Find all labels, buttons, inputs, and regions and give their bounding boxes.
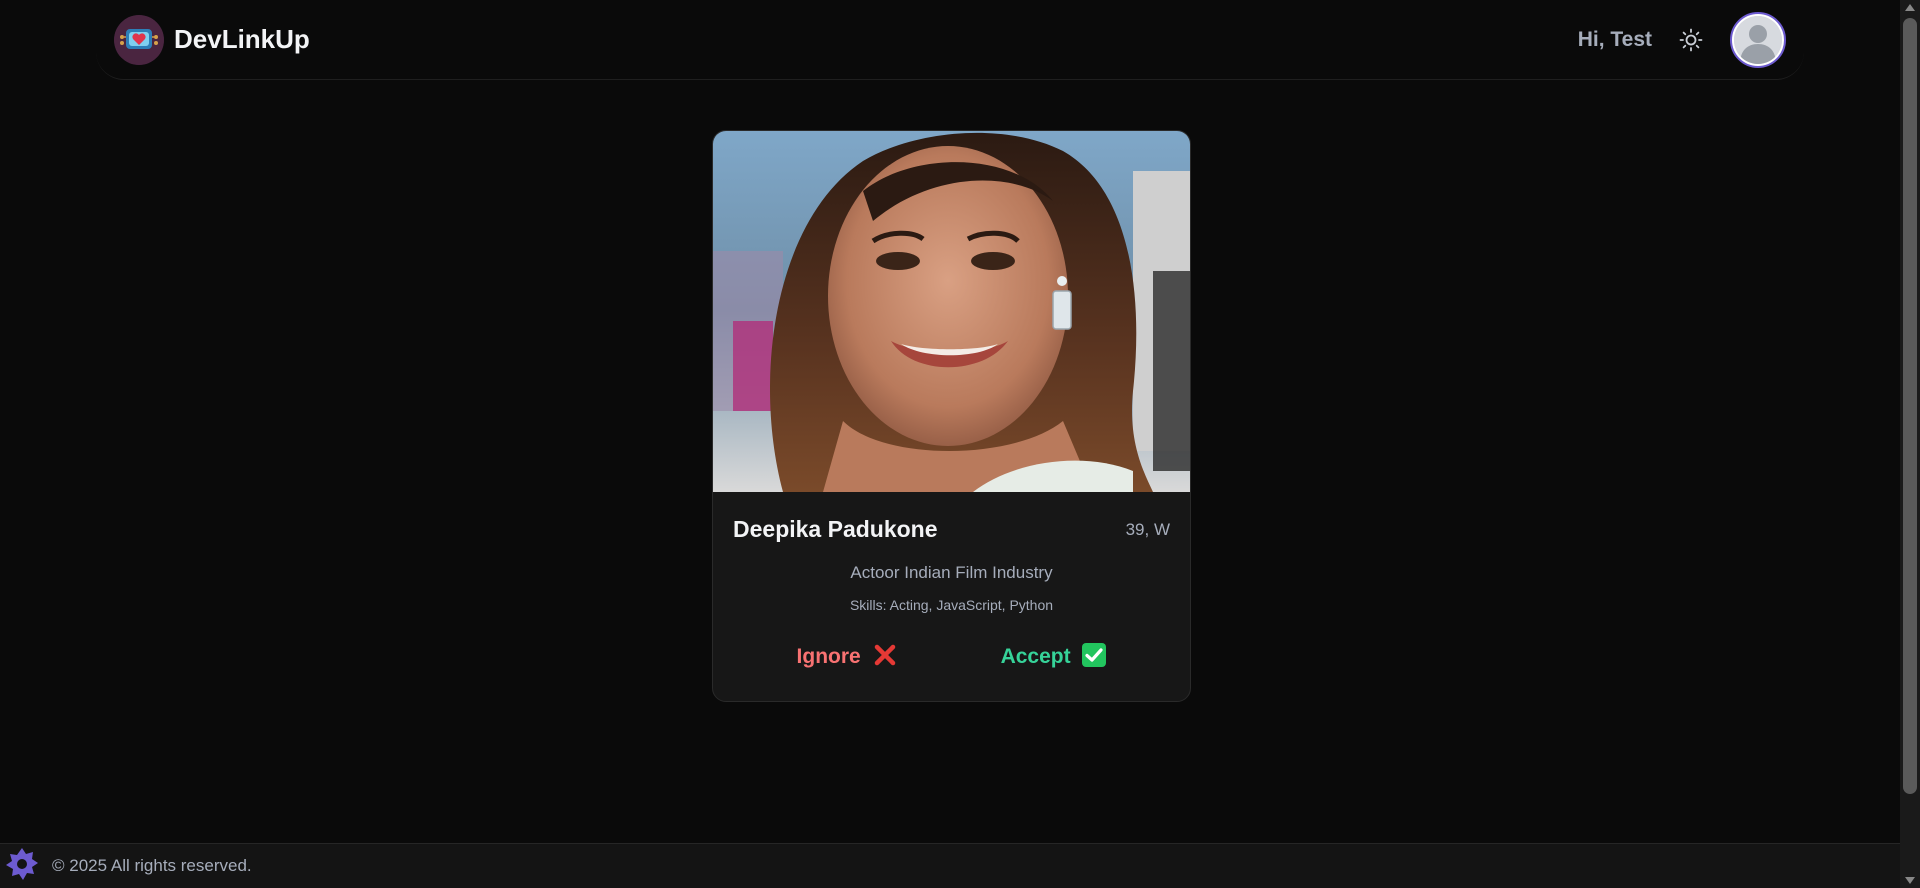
user-avatar-button[interactable] (1730, 11, 1786, 68)
card-body: Deepika Padukone 39, W Actoor Indian Fil… (713, 492, 1190, 669)
title-row: Deepika Padukone 39, W (733, 516, 1170, 543)
vertical-scrollbar[interactable] (1900, 0, 1920, 888)
puzzle-icon (4, 846, 40, 887)
user-about: Actoor Indian Film Industry (850, 563, 1053, 582)
sun-icon[interactable] (1678, 27, 1704, 53)
brand-name[interactable]: DevLinkUp (174, 24, 310, 55)
footer: © 2025 All rights reserved. (0, 843, 1900, 888)
cross-mark-icon (873, 643, 897, 667)
accept-button[interactable]: Accept (1001, 643, 1107, 669)
user-skills: Skills: Acting, JavaScript, Python (849, 597, 1054, 613)
ignore-button[interactable]: Ignore (797, 643, 897, 669)
user-avatar-icon (1734, 15, 1782, 64)
profile-photo (713, 131, 1190, 492)
user-name: Deepika Padukone (733, 516, 938, 542)
scroll-down-arrow-icon[interactable] (1905, 877, 1915, 884)
card-actions: Ignore Accept (733, 643, 1170, 669)
scroll-up-arrow-icon[interactable] (1905, 4, 1915, 11)
brand[interactable]: DevLinkUp (114, 14, 310, 65)
user-card: Deepika Padukone 39, W Actoor Indian Fil… (712, 130, 1191, 702)
scroll-thumb[interactable] (1903, 18, 1917, 794)
copyright-text: © 2025 All rights reserved. (52, 856, 252, 875)
user-age-gender: 39, W (1125, 519, 1170, 539)
logo-icon (114, 14, 164, 65)
greeting: Hi, Test (1577, 27, 1652, 51)
nav-right: Hi, Test (1577, 11, 1786, 68)
accept-label: Accept (1000, 645, 1071, 668)
ignore-label: Ignore (796, 645, 861, 668)
navbar: DevLinkUp Hi, Test (96, 0, 1804, 80)
check-mark-icon (1082, 643, 1107, 667)
